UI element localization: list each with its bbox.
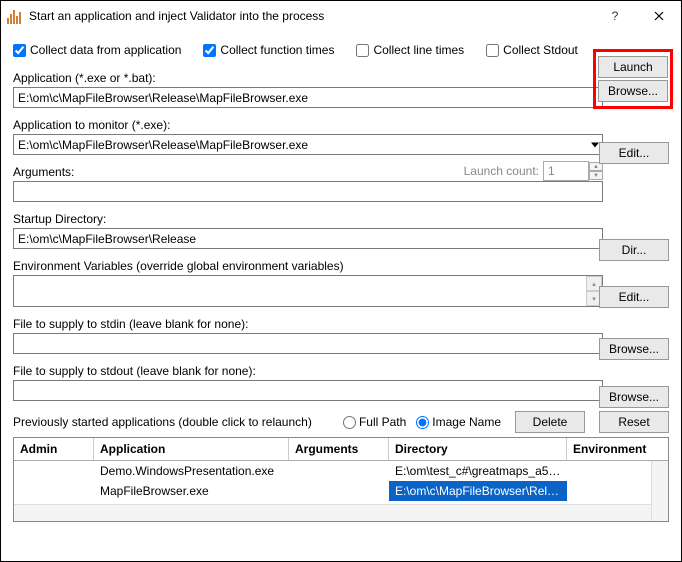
dialog-window: Start an application and inject Validato… — [0, 0, 682, 562]
full-path-radio[interactable]: Full Path — [343, 415, 406, 429]
help-button[interactable]: ? — [593, 2, 637, 30]
browse-stdout-button[interactable]: Browse... — [599, 386, 669, 408]
col-app[interactable]: Application — [94, 438, 289, 460]
browse-app-button[interactable]: Browse... — [598, 80, 668, 102]
stdin-label: File to supply to stdin (leave blank for… — [13, 317, 669, 331]
startup-input[interactable] — [13, 228, 603, 249]
col-env[interactable]: Environment — [567, 438, 670, 460]
window-title: Start an application and inject Validato… — [29, 9, 593, 23]
startup-label: Startup Directory: — [13, 212, 669, 226]
col-admin[interactable]: Admin — [14, 438, 94, 460]
application-label: Application (*.exe or *.bat): — [13, 71, 669, 85]
collect-func-checkbox[interactable]: Collect function times — [203, 43, 334, 57]
close-icon — [654, 11, 664, 21]
stdout-input[interactable] — [13, 380, 603, 401]
table-row[interactable]: Demo.WindowsPresentation.exe E:\om\test_… — [14, 461, 668, 481]
col-dir[interactable]: Directory — [389, 438, 567, 460]
monitor-label: Application to monitor (*.exe): — [13, 118, 669, 132]
highlight-box: Launch Browse... — [593, 49, 673, 109]
titlebar: Start an application and inject Validato… — [1, 1, 681, 31]
env-label: Environment Variables (override global e… — [13, 259, 669, 273]
table-row[interactable]: MapFileBrowser.exe E:\om\c\MapFileBrowse… — [14, 481, 668, 501]
options-row: Collect data from application Collect fu… — [13, 37, 669, 67]
edit-monitor-button[interactable]: Edit... — [599, 142, 669, 164]
image-name-radio[interactable]: Image Name — [416, 415, 501, 429]
delete-button[interactable]: Delete — [515, 411, 585, 433]
collect-data-checkbox[interactable]: Collect data from application — [13, 43, 181, 57]
application-input[interactable] — [13, 87, 603, 108]
edit-env-button[interactable]: Edit... — [599, 286, 669, 308]
browse-stdin-button[interactable]: Browse... — [599, 338, 669, 360]
collect-line-checkbox[interactable]: Collect line times — [356, 43, 464, 57]
launch-button[interactable]: Launch — [598, 56, 668, 78]
collect-stdout-checkbox[interactable]: Collect Stdout — [486, 43, 578, 57]
env-list[interactable]: ▴▾ — [13, 275, 603, 307]
prev-apps-table: Admin Application Arguments Directory En… — [13, 437, 669, 522]
launch-count-label: Launch count: — [464, 164, 539, 178]
launch-count-spinner[interactable]: ▲▼ — [589, 162, 603, 180]
stdout-label: File to supply to stdout (leave blank fo… — [13, 364, 669, 378]
table-header: Admin Application Arguments Directory En… — [14, 438, 668, 461]
monitor-select[interactable] — [13, 134, 603, 155]
launch-count-input[interactable]: 1 — [543, 161, 589, 181]
dir-button[interactable]: Dir... — [599, 239, 669, 261]
prev-label: Previously started applications (double … — [13, 415, 312, 429]
app-icon — [7, 8, 23, 24]
arguments-input[interactable] — [13, 181, 603, 202]
arguments-label: Arguments: — [13, 165, 74, 179]
stdin-input[interactable] — [13, 333, 603, 354]
col-args[interactable]: Arguments — [289, 438, 389, 460]
reset-button[interactable]: Reset — [599, 411, 669, 433]
close-button[interactable] — [637, 2, 681, 30]
